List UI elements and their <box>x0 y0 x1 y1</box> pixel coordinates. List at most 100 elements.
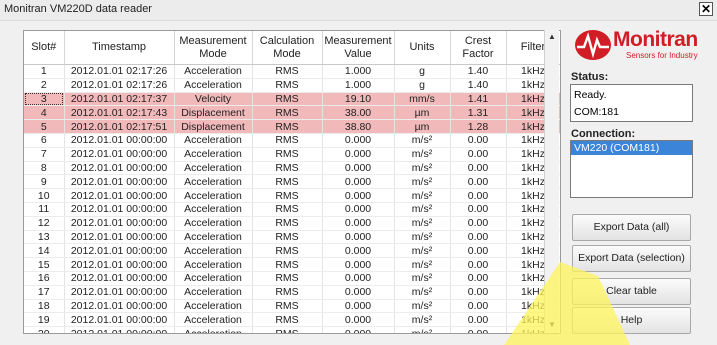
table-row[interactable]: 9 2012.01.01 00:00:00 Acceleration RMS 0.000… <box>24 174 560 190</box>
table-cell: 0.00 <box>450 271 507 286</box>
table-cell: Acceleration <box>174 161 253 176</box>
column-header[interactable]: Units <box>394 31 451 65</box>
table-cell: 12 <box>24 216 65 231</box>
table-row[interactable]: 20 2012.01.01 00:00:00 Acceleration RMS 0.00… <box>24 326 560 333</box>
table-cell: Acceleration <box>174 188 253 203</box>
table-cell: Acceleration <box>174 216 253 231</box>
connection-item[interactable]: VM220 (COM181) <box>571 141 692 155</box>
table-row[interactable]: 7 2012.01.01 00:00:00 Acceleration RMS 0.000… <box>24 147 560 162</box>
table-cell: 0.000 <box>322 216 395 231</box>
table-cell: 2 <box>24 78 65 93</box>
table-row[interactable]: 15 2012.01.01 00:00:00 Acceleration RMS 0.00… <box>24 257 560 272</box>
table-cell: RMS <box>252 64 323 79</box>
table-cell: RMS <box>252 243 323 259</box>
table-cell: 0.00 <box>450 161 507 176</box>
table-cell: 0.00 <box>450 326 507 333</box>
brand-name: Monitran <box>613 28 698 51</box>
table-cell: 6 <box>24 133 65 148</box>
table-cell: Velocity <box>174 92 253 107</box>
table-row[interactable]: 10 2012.01.01 00:00:00 Acceleration RMS 0.00… <box>24 188 560 203</box>
table-row[interactable]: 14 2012.01.01 00:00:00 Acceleration RMS 0.00… <box>24 243 560 259</box>
table-row[interactable]: 6 2012.01.01 00:00:00 Acceleration RMS 0.000… <box>24 133 560 148</box>
table-cell: Acceleration <box>174 299 253 314</box>
table-cell: Displacement <box>174 105 253 121</box>
table-row[interactable]: 8 2012.01.01 00:00:00 Acceleration RMS 0.000… <box>24 161 560 176</box>
table-cell: 2012.01.01 02:17:26 <box>64 78 175 93</box>
column-header[interactable]: Measurement Value <box>322 31 395 65</box>
column-header[interactable]: Slot# <box>24 31 65 65</box>
table-cell: RMS <box>252 326 323 333</box>
table-cell: 0.00 <box>450 174 507 190</box>
table-row[interactable]: 11 2012.01.01 00:00:00 Acceleration RMS 0.00… <box>24 202 560 217</box>
table-cell: 1 <box>24 64 65 79</box>
table-cell: 2012.01.01 00:00:00 <box>64 257 175 272</box>
table-cell: 15 <box>24 257 65 272</box>
table-cell: 18 <box>24 299 65 314</box>
table-cell: Acceleration <box>174 271 253 286</box>
export-all-button[interactable]: Export Data (all) <box>572 214 691 241</box>
table-cell: 2012.01.01 00:00:00 <box>64 271 175 286</box>
table-cell: 0.00 <box>450 257 507 272</box>
table-cell: 14 <box>24 243 65 259</box>
table-cell: RMS <box>252 230 323 245</box>
table-cell: m/s² <box>394 243 451 259</box>
table-cell: 0.000 <box>322 243 395 259</box>
scroll-down-arrow-icon[interactable]: ▼ <box>545 318 559 332</box>
table-cell: m/s² <box>394 174 451 190</box>
table-cell: 0.000 <box>322 188 395 203</box>
table-cell: RMS <box>252 188 323 203</box>
table-cell: 19.10 <box>322 92 395 107</box>
table-cell: 4 <box>24 105 65 121</box>
status-line-1: Ready. <box>574 89 607 101</box>
scroll-up-arrow-icon[interactable]: ▲ <box>545 30 559 44</box>
table-row[interactable]: 13 2012.01.01 00:00:00 Acceleration RMS 0.00… <box>24 230 560 245</box>
column-header[interactable]: Timestamp <box>64 31 175 65</box>
table-cell: Acceleration <box>174 147 253 162</box>
table-cell: mm/s <box>394 92 451 107</box>
table-cell: RMS <box>252 105 323 121</box>
table-row[interactable]: 1 2012.01.01 02:17:26 Acceleration RMS 1.000… <box>24 64 560 79</box>
table-cell: 2012.01.01 00:00:00 <box>64 147 175 162</box>
table-cell: 1.000 <box>322 64 395 79</box>
table-cell: m/s² <box>394 147 451 162</box>
table-row[interactable]: 2 2012.01.01 02:17:26 Acceleration RMS 1.000… <box>24 78 560 93</box>
table-cell: Acceleration <box>174 326 253 333</box>
table-cell: 38.80 <box>322 119 395 134</box>
table-cell: m/s² <box>394 257 451 272</box>
table-row[interactable]: 3 2012.01.01 02:17:37 Velocity RMS 19.10 mm/s… <box>24 92 560 107</box>
monitran-logo: Monitran Sensors for Industry <box>574 28 714 64</box>
table-cell: 9 <box>24 174 65 190</box>
table-cell: 2012.01.01 00:00:00 <box>64 243 175 259</box>
table-row[interactable]: 18 2012.01.01 00:00:00 Acceleration RMS 0.00… <box>24 299 560 314</box>
help-button[interactable]: Help <box>572 307 691 334</box>
table-cell: 2012.01.01 00:00:00 <box>64 174 175 190</box>
table-row[interactable]: 5 2012.01.01 02:17:51 Displacement RMS 38.80… <box>24 119 560 134</box>
close-button[interactable]: ✕ <box>699 2 713 16</box>
table-row[interactable]: 17 2012.01.01 00:00:00 Acceleration RMS 0.00… <box>24 285 560 300</box>
table-cell: 0.000 <box>322 133 395 148</box>
table-row[interactable]: 12 2012.01.01 00:00:00 Acceleration RMS 0.00… <box>24 216 560 231</box>
table-cell: 2012.01.01 02:17:37 <box>64 92 175 107</box>
table-cell: Acceleration <box>174 133 253 148</box>
vertical-scrollbar[interactable]: ▲ ▼ <box>544 30 559 332</box>
table-cell: RMS <box>252 147 323 162</box>
export-selection-button[interactable]: Export Data (selection) <box>572 245 691 272</box>
column-header[interactable]: Measurement Mode <box>174 31 253 65</box>
table-cell: 0.000 <box>322 147 395 162</box>
table-cell: Acceleration <box>174 230 253 245</box>
table-cell: RMS <box>252 161 323 176</box>
clear-table-button[interactable]: Clear table <box>572 278 691 305</box>
table-cell: RMS <box>252 78 323 93</box>
table-cell: m/s² <box>394 299 451 314</box>
table-row[interactable]: 16 2012.01.01 00:00:00 Acceleration RMS 0.00… <box>24 271 560 286</box>
connection-list[interactable]: VM220 (COM181) <box>570 140 693 198</box>
column-header[interactable]: Calculation Mode <box>252 31 323 65</box>
table-row[interactable]: 4 2012.01.01 02:17:43 Displacement RMS 38.00… <box>24 105 560 121</box>
data-table[interactable]: Slot# Timestamp Measurement Mode Calculatio… <box>23 30 561 334</box>
table-row[interactable]: 19 2012.01.01 00:00:00 Acceleration RMS 0.00… <box>24 312 560 328</box>
column-header[interactable]: Crest Factor <box>450 31 507 65</box>
table-cell: Acceleration <box>174 257 253 272</box>
table-cell: 0.00 <box>450 188 507 203</box>
table-cell: 0.000 <box>322 299 395 314</box>
connection-label: Connection: <box>571 128 636 140</box>
